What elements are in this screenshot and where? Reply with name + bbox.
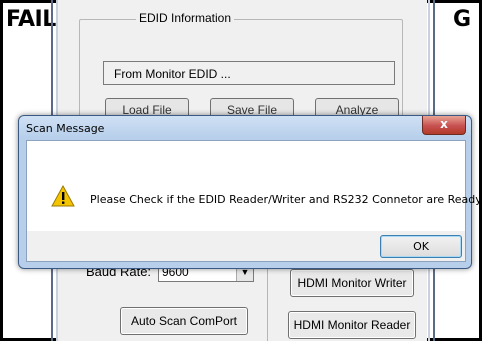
edid-source-field[interactable]: From Monitor EDID ...	[103, 61, 395, 85]
hdmi-monitor-writer-button[interactable]: HDMI Monitor Writer	[290, 269, 414, 297]
close-icon[interactable]: x	[422, 116, 466, 135]
ok-button[interactable]: OK	[380, 235, 462, 258]
hdmi-monitor-reader-button[interactable]: HDMI Monitor Reader	[288, 311, 416, 339]
scan-message-dialog: Scan Message x Please Check if the EDID …	[18, 115, 482, 269]
dialog-footer: OK	[26, 231, 466, 262]
warning-icon	[51, 185, 75, 207]
fail-label: FAIL	[6, 7, 56, 32]
edid-info-title: EDID Information	[136, 11, 235, 25]
right-label: G	[453, 7, 471, 32]
auto-scan-comport-button[interactable]: Auto Scan ComPort	[120, 307, 248, 335]
dialog-body: Please Check if the EDID Reader/Writer a…	[26, 140, 482, 232]
dialog-message: Please Check if the EDID Reader/Writer a…	[90, 193, 482, 206]
dialog-title: Scan Message	[26, 122, 105, 135]
